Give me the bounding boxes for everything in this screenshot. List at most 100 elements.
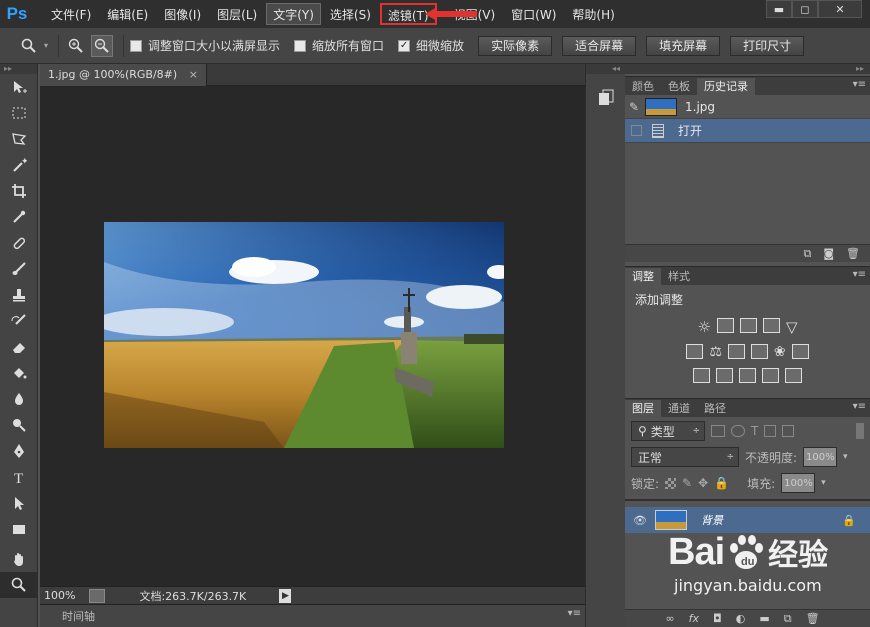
zoom-tool-selected-icon[interactable] bbox=[0, 572, 38, 598]
fill-input[interactable]: 100% bbox=[781, 473, 816, 493]
invert-icon[interactable] bbox=[693, 368, 710, 383]
tab-paths[interactable]: 路径 bbox=[697, 400, 733, 417]
layer-filter-select[interactable]: ⚲ 类型 ÷ bbox=[631, 421, 705, 441]
marquee-tool-icon[interactable] bbox=[0, 100, 38, 126]
status-info-icon[interactable] bbox=[89, 588, 106, 603]
history-step-open[interactable]: 打开 bbox=[625, 119, 870, 143]
black-white-icon[interactable] bbox=[727, 344, 745, 359]
tab-adjustments[interactable]: 调整 bbox=[625, 268, 661, 285]
fill-chevron-icon[interactable]: ▾ bbox=[821, 478, 826, 488]
adjustments-panel-menu-icon[interactable]: ▾≡ bbox=[853, 269, 866, 280]
menu-layer[interactable]: 图层(L) bbox=[210, 3, 264, 25]
blend-mode-select[interactable]: 正常 ÷ bbox=[631, 447, 739, 467]
filter-pixel-icon[interactable] bbox=[711, 425, 725, 437]
tab-color[interactable]: 颜色 bbox=[625, 78, 661, 95]
type-tool-icon[interactable]: T bbox=[0, 464, 38, 490]
opacity-input[interactable]: 100% bbox=[803, 447, 838, 467]
lasso-tool-icon[interactable] bbox=[0, 126, 38, 152]
tab-styles[interactable]: 样式 bbox=[661, 268, 697, 285]
eyedropper-icon[interactable] bbox=[0, 204, 38, 230]
zoom-all-checkbox[interactable]: 缩放所有窗口 bbox=[294, 37, 384, 54]
menu-image[interactable]: 图像(I) bbox=[157, 3, 208, 25]
tool-preset-chevron-icon[interactable]: ▾ bbox=[44, 41, 48, 50]
timeline-tab[interactable]: 时间轴 bbox=[40, 605, 95, 624]
new-document-from-state-icon[interactable]: ⧉ bbox=[803, 247, 811, 261]
channel-mixer-icon[interactable]: ❀ bbox=[774, 344, 786, 360]
zoom-out-icon[interactable] bbox=[91, 34, 114, 57]
fill-screen-button[interactable]: 填充屏幕 bbox=[646, 35, 721, 56]
hand-tool-icon[interactable] bbox=[0, 546, 38, 572]
brightness-icon[interactable]: ☼ bbox=[698, 318, 711, 336]
zoom-all-box[interactable] bbox=[294, 39, 307, 52]
vibrance-icon[interactable]: ▽ bbox=[786, 318, 798, 336]
status-menu-arrow-icon[interactable]: ▶ bbox=[279, 588, 292, 603]
curves-icon[interactable] bbox=[739, 318, 757, 333]
blur-tool-icon[interactable] bbox=[0, 386, 38, 412]
zoom-level[interactable]: 100% bbox=[40, 589, 89, 602]
levels-icon[interactable] bbox=[716, 318, 734, 333]
close-button[interactable]: ✕ bbox=[818, 0, 862, 18]
layer-visibility-eye-icon[interactable]: 👁 bbox=[625, 514, 655, 527]
filter-toggle-icon[interactable] bbox=[856, 423, 864, 439]
menu-edit[interactable]: 编辑(E) bbox=[100, 3, 155, 25]
landscape-photo[interactable] bbox=[104, 222, 504, 448]
tab-history[interactable]: 历史记录 bbox=[697, 78, 755, 95]
tab-swatches[interactable]: 色板 bbox=[661, 78, 697, 95]
crop-tool-icon[interactable] bbox=[0, 178, 38, 204]
canvas-area[interactable] bbox=[40, 86, 585, 586]
zoom-in-icon[interactable] bbox=[65, 35, 87, 57]
history-panel-icon[interactable] bbox=[596, 88, 616, 108]
eraser-icon[interactable] bbox=[0, 334, 38, 360]
rectangle-tool-icon[interactable] bbox=[0, 516, 38, 542]
menu-select[interactable]: 选择(S) bbox=[323, 3, 378, 25]
pen-tool-icon[interactable] bbox=[0, 438, 38, 464]
magic-wand-icon[interactable]: ✦ bbox=[0, 152, 38, 178]
photo-filter-icon[interactable] bbox=[750, 344, 768, 359]
menu-type[interactable]: 文字(Y) bbox=[266, 3, 321, 25]
selective-color-icon[interactable] bbox=[762, 368, 779, 383]
lock-position-icon[interactable]: ✥ bbox=[698, 476, 708, 490]
restore-button[interactable]: ◻ bbox=[792, 0, 818, 18]
tab-channels[interactable]: 通道 bbox=[661, 400, 697, 417]
camera-snapshot-icon[interactable]: ◙ bbox=[823, 247, 834, 260]
history-step-checkbox[interactable] bbox=[631, 125, 642, 136]
dodge-tool-icon[interactable] bbox=[0, 412, 38, 438]
clone-stamp-icon[interactable] bbox=[0, 282, 38, 308]
history-snapshot[interactable]: ✎ 1.jpg bbox=[625, 95, 870, 119]
tools-grip[interactable]: ▸▸ bbox=[0, 64, 37, 74]
minimize-button[interactable]: ▬ bbox=[766, 0, 792, 18]
posterize-icon[interactable] bbox=[716, 368, 733, 383]
opacity-chevron-icon[interactable]: ▾ bbox=[843, 452, 848, 462]
fit-screen-button[interactable]: 适合屏幕 bbox=[562, 35, 637, 56]
brush-tool-icon[interactable] bbox=[0, 256, 38, 282]
path-selection-icon[interactable] bbox=[0, 490, 38, 516]
filter-adjustment-icon[interactable] bbox=[731, 425, 745, 437]
layers-panel-menu-icon[interactable]: ▾≡ bbox=[853, 401, 866, 412]
resize-windows-box[interactable] bbox=[130, 39, 143, 52]
exposure-icon[interactable] bbox=[762, 318, 780, 333]
paint-bucket-icon[interactable] bbox=[0, 360, 38, 386]
menu-file[interactable]: 文件(F) bbox=[44, 3, 98, 25]
actual-pixels-button[interactable]: 实际像素 bbox=[478, 35, 553, 56]
gradient-map-icon[interactable] bbox=[785, 368, 802, 383]
move-tool-icon[interactable] bbox=[0, 74, 38, 100]
scrubby-zoom-checkbox[interactable]: ✓ 细微缩放 bbox=[398, 37, 464, 54]
color-lookup-icon[interactable] bbox=[791, 344, 809, 359]
color-balance-icon[interactable]: ⚖ bbox=[709, 344, 722, 360]
menu-help[interactable]: 帮助(H) bbox=[565, 3, 621, 25]
zoom-tool-icon[interactable] bbox=[18, 35, 40, 57]
tab-layers[interactable]: 图层 bbox=[625, 400, 661, 417]
trash-icon[interactable]: 🗑 bbox=[846, 247, 860, 260]
history-panel-menu-icon[interactable]: ▾≡ bbox=[853, 79, 866, 90]
resize-windows-checkbox[interactable]: 调整窗口大小以满屏显示 bbox=[130, 37, 280, 54]
close-tab-icon[interactable]: × bbox=[189, 68, 198, 81]
healing-brush-icon[interactable] bbox=[0, 230, 38, 256]
hue-saturation-icon[interactable] bbox=[686, 344, 704, 359]
filter-type-icon[interactable]: T bbox=[751, 424, 758, 438]
print-size-button[interactable]: 打印尺寸 bbox=[730, 35, 805, 56]
timeline-menu-icon[interactable]: ▾≡ bbox=[568, 608, 581, 619]
filter-smart-icon[interactable] bbox=[782, 425, 795, 437]
menu-window[interactable]: 窗口(W) bbox=[504, 3, 563, 25]
lock-all-icon[interactable]: 🔒 bbox=[714, 476, 729, 490]
lock-pixels-icon[interactable]: ✎ bbox=[682, 476, 692, 490]
